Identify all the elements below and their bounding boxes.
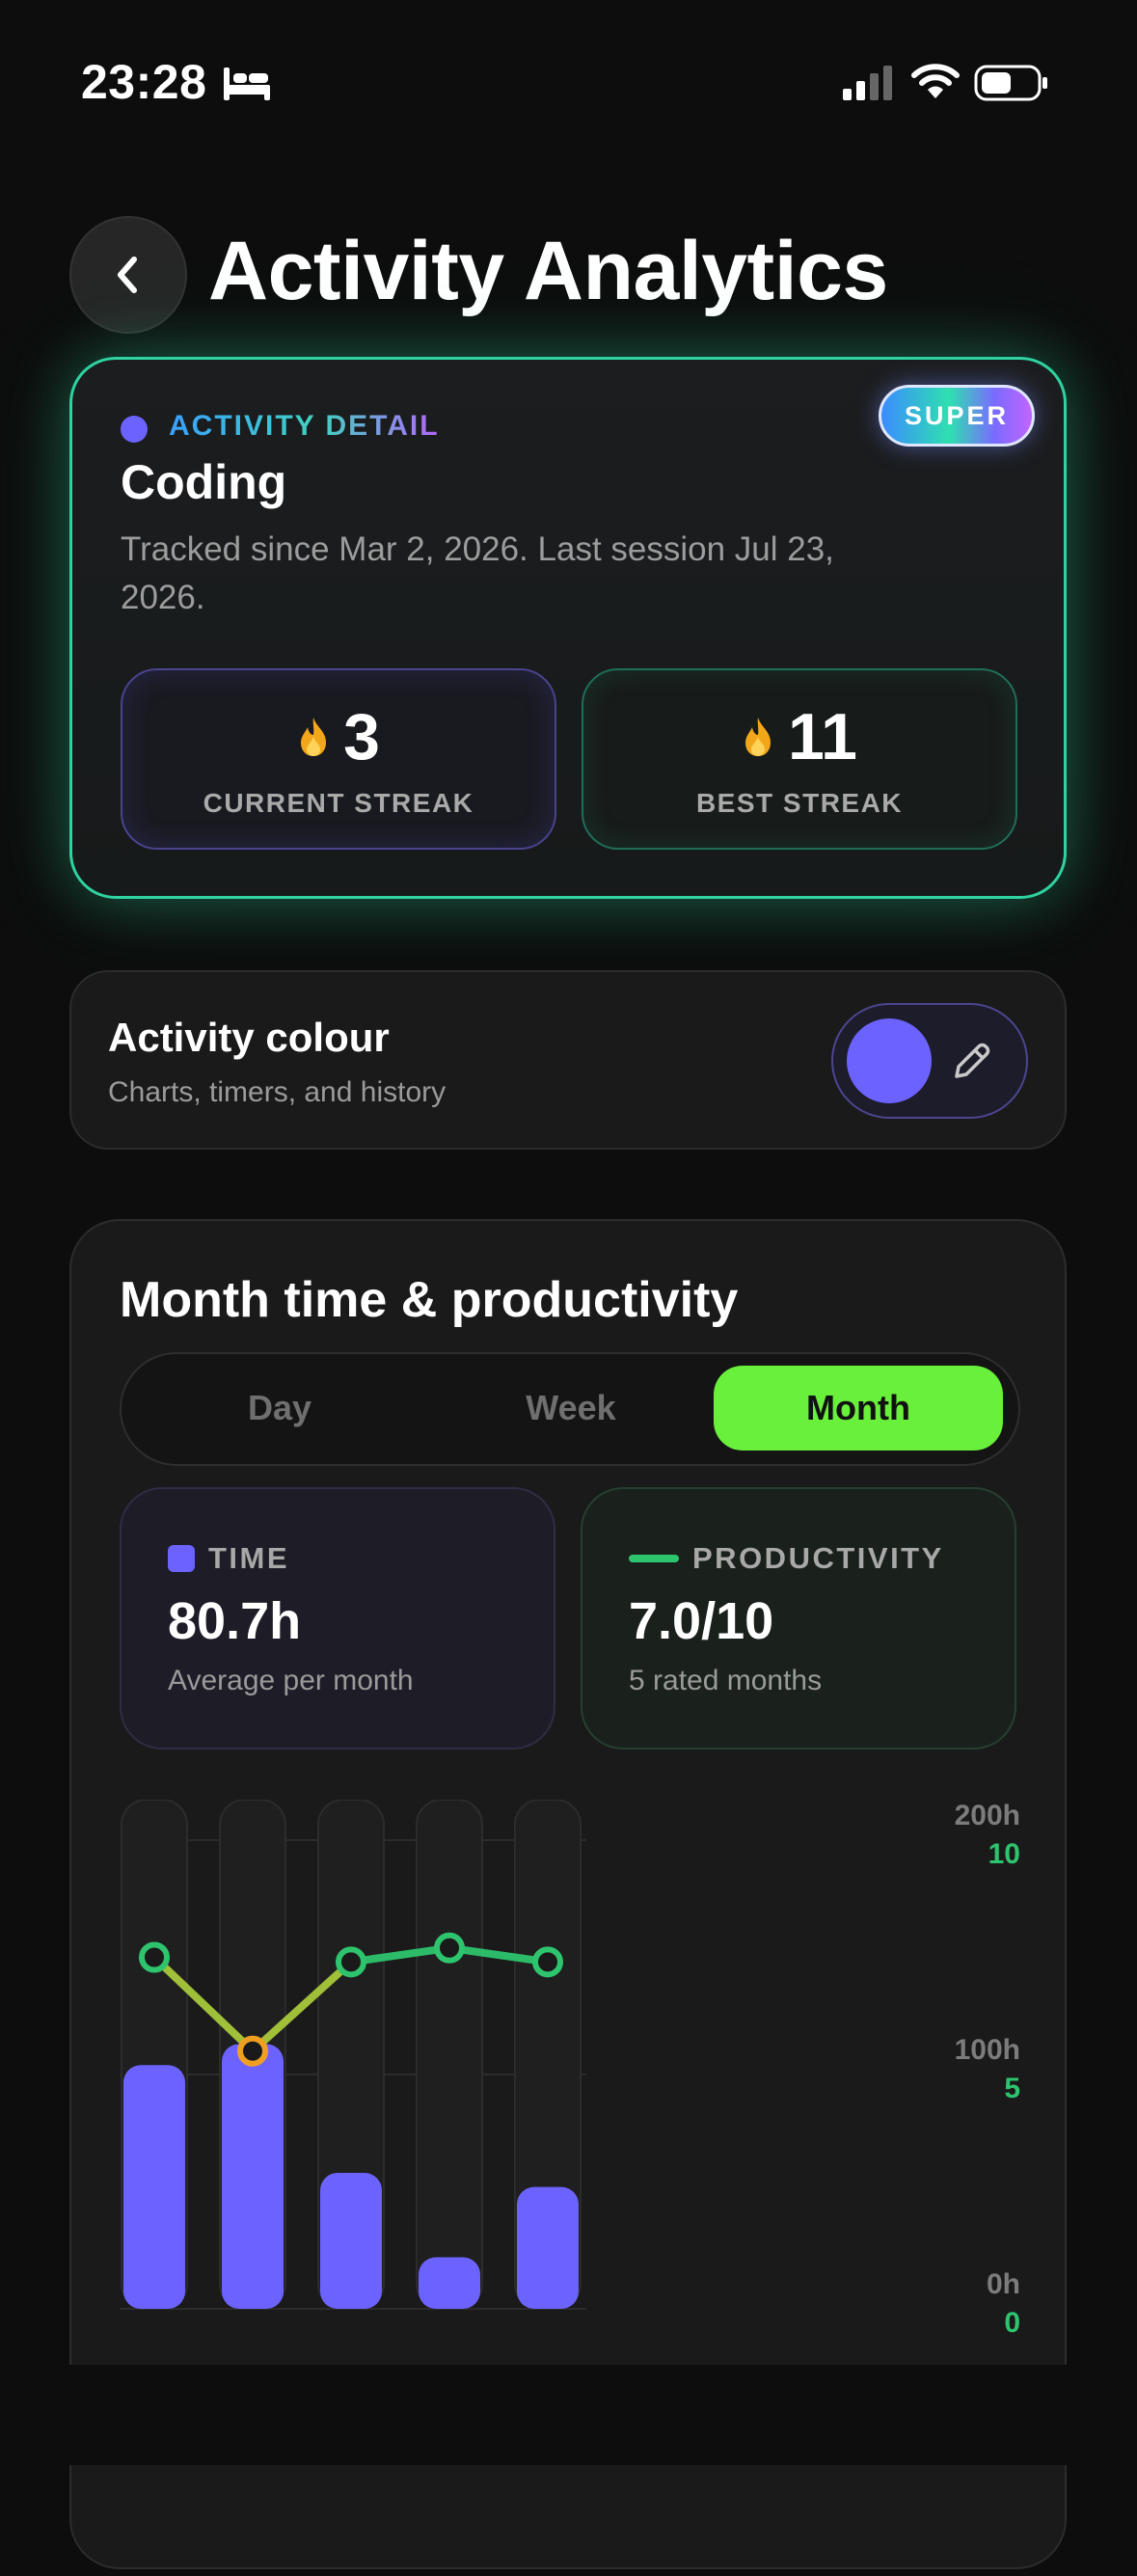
colour-picker-button[interactable]: [831, 1003, 1028, 1119]
colour-subtitle: Charts, timers, and history: [108, 1076, 447, 1108]
chevron-left-icon: [118, 257, 137, 293]
productivity-stat-card: PRODUCTIVITY 7.0/10 5 rated months: [581, 1487, 1016, 1749]
productivity-stat-sub: 5 rated months: [629, 1665, 823, 1696]
time-bar: [419, 2257, 480, 2309]
status-bar: 23:28: [0, 0, 1137, 145]
current-streak-value: 3: [343, 700, 380, 773]
y-tick-hours: 0h: [986, 2268, 1020, 2300]
best-streak-value: 11: [788, 700, 857, 773]
period-segmented-control: Day Week Month: [120, 1352, 1020, 1466]
tab-week[interactable]: Week: [426, 1366, 716, 1451]
productivity-stat-value: 7.0/10: [629, 1592, 774, 1650]
productivity-point: [139, 1941, 170, 1973]
flame-icon: [745, 718, 772, 756]
current-streak-label: CURRENT STREAK: [203, 788, 474, 818]
time-stat-sub: Average per month: [168, 1665, 414, 1696]
y-tick-hours: 100h: [954, 2034, 1020, 2066]
y-tick-hours: 200h: [954, 1800, 1020, 1831]
bottom-safe-area: [0, 2365, 1137, 2465]
time-bar: [222, 2044, 284, 2309]
productivity-stat-label: PRODUCTIVITY: [692, 1541, 944, 1575]
time-stat-label: TIME: [208, 1541, 290, 1575]
time-stat-card: TIME 80.7h Average per month: [120, 1487, 555, 1749]
chart-title: Month time & productivity: [120, 1272, 739, 1328]
activity-colour-card: Activity colour Charts, timers, and hist…: [69, 970, 1067, 1150]
productivity-point: [434, 1932, 465, 1964]
battery-icon: [974, 65, 1047, 101]
tracked-text: Tracked since Mar 2, 2026. Last session …: [121, 530, 834, 616]
current-streak-card: 3 CURRENT STREAK: [121, 668, 556, 850]
status-time: 23:28: [81, 55, 207, 109]
best-streak-card: 11 BEST STREAK: [582, 668, 1017, 850]
best-streak-label: BEST STREAK: [695, 788, 904, 818]
bed-icon: [224, 68, 270, 100]
time-stat-value: 80.7h: [168, 1592, 302, 1650]
time-bar: [320, 2173, 382, 2309]
signal-icon: [843, 66, 892, 100]
activity-name: Coding: [121, 455, 287, 509]
pencil-icon: [955, 1043, 990, 1078]
productivity-legend-swatch: [629, 1555, 679, 1562]
colour-swatch: [847, 1018, 932, 1103]
page-title: Activity Analytics: [208, 225, 888, 317]
tab-month[interactable]: Month: [714, 1366, 1003, 1451]
activity-colour-dot: [121, 416, 148, 443]
back-button[interactable]: [69, 216, 187, 334]
detail-eyebrow: ACTIVITY DETAIL: [169, 410, 440, 442]
productivity-point: [532, 1946, 563, 1978]
productivity-point: [336, 1946, 366, 1978]
activity-detail-card: ACTIVITY DETAIL SUPER Coding Tracked sin…: [69, 357, 1067, 899]
colour-title: Activity colour: [108, 1015, 390, 1060]
y-tick-productivity: 5: [1004, 2073, 1020, 2104]
time-legend-swatch: [168, 1545, 195, 1572]
time-bar: [517, 2186, 579, 2309]
bar-track: [416, 1799, 483, 2310]
time-bar: [123, 2065, 185, 2309]
wifi-icon: [911, 64, 960, 98]
tab-day[interactable]: Day: [135, 1366, 424, 1451]
flame-icon: [301, 718, 327, 756]
y-tick-productivity: 0: [1004, 2307, 1020, 2339]
y-tick-productivity: 10: [988, 1838, 1020, 1870]
productivity-point: [237, 2035, 268, 2067]
super-badge: SUPER: [879, 385, 1035, 447]
